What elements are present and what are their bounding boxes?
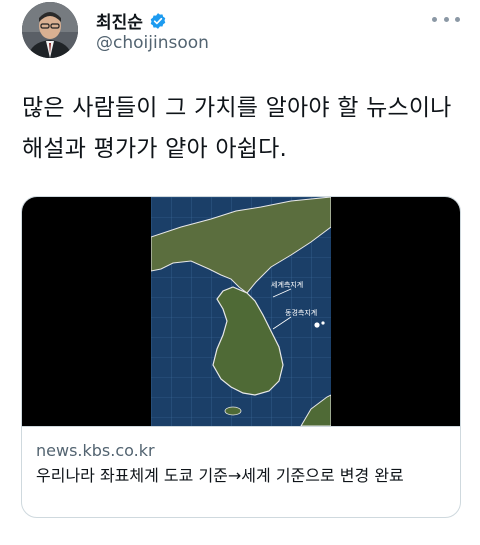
- dot-icon: [432, 16, 437, 22]
- tokyo-geodetic-label: 동경측지계: [285, 308, 317, 317]
- author-name-row[interactable]: 최진순: [96, 8, 167, 33]
- author-handle[interactable]: @choijinsoon: [96, 33, 209, 53]
- more-options-icon[interactable]: [432, 12, 460, 26]
- card-domain: news.kbs.co.kr: [36, 441, 155, 460]
- verified-badge-icon: [149, 12, 167, 30]
- card-title[interactable]: 우리나라 좌표체계 도쿄 기준→세계 기준으로 변경 완료: [36, 465, 452, 487]
- world-geodetic-label: 세계측지계: [271, 280, 303, 289]
- card-media[interactable]: 세계측지계 동경측지계: [22, 197, 460, 426]
- card-footer[interactable]: news.kbs.co.kr 우리나라 좌표체계 도쿄 기준→세계 기준으로 변…: [22, 426, 460, 517]
- link-preview-card[interactable]: 세계측지계 동경측지계 news.kbs.co.kr 우리나라 좌표체계 도쿄 …: [21, 196, 461, 518]
- dot-icon: [443, 16, 449, 22]
- avatar[interactable]: [22, 2, 78, 58]
- dot-icon: [455, 16, 460, 22]
- tweet-text: 많은 사람들이 그 가치를 알아야 할 뉴스이나 해설과 평가가 얕아 아쉽다.: [22, 95, 452, 162]
- avatar-photo: [22, 2, 78, 58]
- korea-satellite-map: 세계측지계 동경측지계: [151, 197, 331, 426]
- display-name[interactable]: 최진순: [96, 8, 143, 33]
